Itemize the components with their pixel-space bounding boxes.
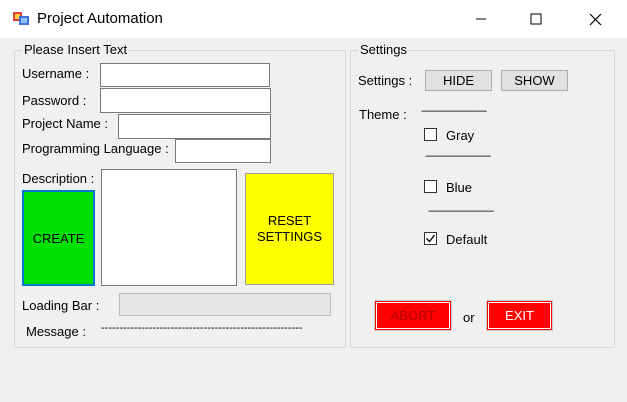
minimize-icon	[476, 18, 486, 20]
abort-button-label: ABORT	[390, 308, 436, 323]
hide-button-label: HIDE	[442, 73, 475, 88]
blue-checkbox[interactable]	[424, 180, 437, 193]
programming-language-label: Programming Language :	[22, 141, 169, 156]
blue-option-label: Blue	[446, 180, 473, 195]
title-bar[interactable]: Project Automation	[0, 0, 627, 38]
description-label: Description :	[22, 171, 95, 186]
theme-label: Theme :	[359, 107, 407, 122]
create-button[interactable]: CREATE	[22, 190, 95, 286]
exit-button[interactable]: EXIT	[486, 300, 553, 331]
or-label: or	[463, 310, 475, 325]
gray-checkbox[interactable]	[424, 128, 437, 141]
create-button-label: CREATE	[32, 230, 85, 246]
settings-legend: Settings	[358, 42, 409, 57]
insert-text-legend: Please Insert Text	[22, 42, 130, 57]
option-divider: ----------------------------	[425, 151, 491, 162]
option-divider: ----------------------------	[428, 206, 494, 217]
maximize-button[interactable]	[513, 0, 559, 38]
abort-button[interactable]: ABORT	[374, 300, 452, 331]
programming-language-input[interactable]	[175, 139, 271, 163]
loading-progress-bar	[119, 293, 331, 316]
show-button[interactable]: SHOW	[501, 70, 568, 91]
project-name-input[interactable]	[118, 114, 271, 139]
default-checkbox[interactable]	[424, 232, 437, 245]
hide-button[interactable]: HIDE	[425, 70, 492, 91]
password-label: Password :	[22, 93, 87, 108]
description-textarea[interactable]	[101, 169, 237, 286]
password-input[interactable]	[100, 88, 271, 113]
message-text: ----------------------------------------…	[101, 322, 303, 334]
minimize-button[interactable]	[458, 0, 504, 38]
window-title: Project Automation	[37, 10, 163, 27]
default-option-label: Default	[446, 232, 488, 247]
gray-option-label: Gray	[446, 128, 475, 143]
settings-label: Settings :	[358, 73, 413, 88]
close-button[interactable]	[572, 0, 618, 38]
reset-settings-button[interactable]: RESET SETTINGS	[245, 173, 334, 285]
show-button-label: SHOW	[514, 73, 555, 88]
reset-button-label-line2: SETTINGS	[256, 229, 322, 244]
app-icon	[13, 10, 29, 26]
message-label: Message :	[26, 324, 86, 339]
reset-button-label-line1: RESET	[267, 213, 312, 228]
loading-bar-label: Loading Bar :	[22, 298, 100, 313]
project-name-label: Project Name :	[22, 116, 108, 131]
theme-divider: ----------------------------	[421, 106, 487, 117]
maximize-icon	[530, 13, 542, 25]
exit-button-label: EXIT	[505, 308, 534, 323]
username-input[interactable]	[100, 63, 270, 87]
username-label: Username :	[22, 66, 90, 81]
close-icon	[589, 13, 601, 25]
checkmark-icon	[426, 234, 436, 243]
